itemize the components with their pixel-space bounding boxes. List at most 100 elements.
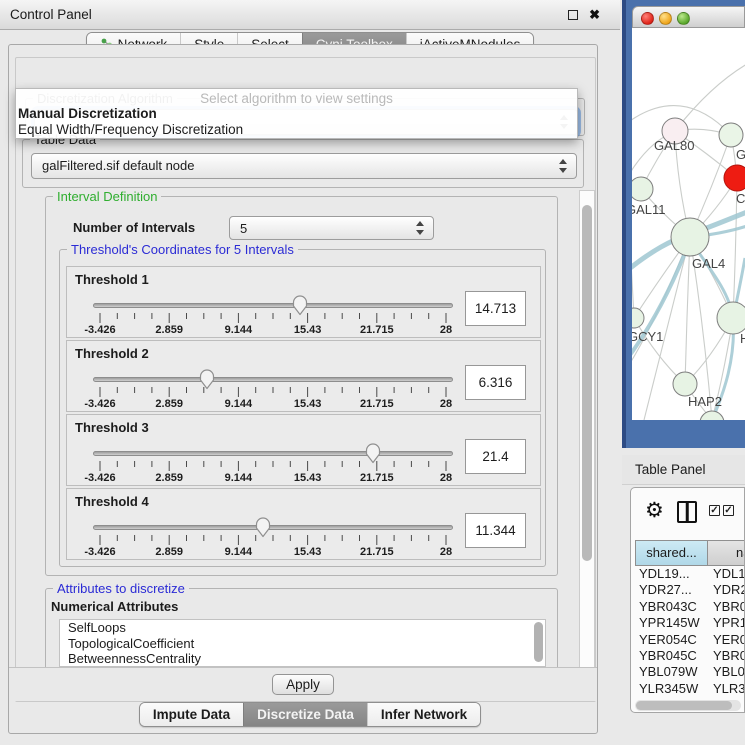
threshold-box: Threshold 2-3.4262.8599.14415.4321.71528… xyxy=(66,340,541,412)
cell-name: YLR3 xyxy=(709,681,745,697)
threshold-value-field[interactable]: 6.316 xyxy=(465,365,526,400)
scrollbar-thumb[interactable] xyxy=(582,205,592,561)
node-label: GA xyxy=(736,147,745,162)
close-icon[interactable]: ✖ xyxy=(589,7,600,23)
apply-button[interactable]: Apply xyxy=(272,674,334,695)
column-header-name[interactable]: na xyxy=(708,540,745,566)
close-window-icon[interactable] xyxy=(641,12,654,25)
cell-name: YBL0 xyxy=(709,664,745,680)
cell-name: YDL1 xyxy=(709,566,745,582)
network-window-titlebar xyxy=(632,6,745,28)
threshold-label: Threshold 2 xyxy=(75,346,149,361)
tick-label: 15.43 xyxy=(286,324,330,336)
cell-shared-name: YBL079W xyxy=(635,664,709,680)
table-panel-header: Table Panel xyxy=(622,455,745,485)
threshold-list: Threshold 1-3.4262.8599.14415.4321.71528… xyxy=(66,264,541,560)
network-node-hap2[interactable] xyxy=(673,372,697,396)
slider-track[interactable] xyxy=(93,303,453,308)
apply-bar: Apply xyxy=(9,667,597,701)
tick-label: 9.144 xyxy=(216,546,260,558)
tick-label: 2.859 xyxy=(147,472,191,484)
number-of-intervals-label: Number of Intervals xyxy=(73,220,195,235)
cell-shared-name: YER054C xyxy=(635,632,709,648)
dropdown-option-equal-width[interactable]: Equal Width/Frequency Discretization xyxy=(18,122,243,137)
table-row[interactable]: YER054CYER0 xyxy=(635,632,745,648)
network-canvas[interactable]: GAL80GACGAL11GAL4GCY1HHAP2 xyxy=(632,28,745,420)
dropdown-option-manual[interactable]: Manual Discretization xyxy=(18,106,157,121)
slider-track[interactable] xyxy=(93,525,453,530)
table-row[interactable]: YBL079WYBL0 xyxy=(635,664,745,680)
table-toolbar: ⚙ ✓ ✓ xyxy=(631,488,745,536)
network-node[interactable] xyxy=(700,411,724,420)
numerical-attributes-list[interactable]: SelfLoopsTopologicalCoefficientBetweenne… xyxy=(59,619,546,667)
cell-shared-name: YBR043C xyxy=(635,599,709,615)
network-node-gal11[interactable] xyxy=(632,177,653,201)
threshold-value-field[interactable]: 21.4 xyxy=(465,439,526,474)
zoom-window-icon[interactable] xyxy=(677,12,690,25)
float-panel-icon[interactable] xyxy=(568,10,578,20)
slider-knob[interactable] xyxy=(198,368,216,390)
attribute-item[interactable]: SelfLoops xyxy=(60,620,545,636)
threshold-box: Threshold 1-3.4262.8599.14415.4321.71528… xyxy=(66,266,541,338)
tab-infer-network[interactable]: Infer Network xyxy=(367,703,480,726)
threshold-value-field[interactable]: 11.344 xyxy=(465,513,526,548)
cell-name: YDR2 xyxy=(709,582,745,598)
tab-impute-data[interactable]: Impute Data xyxy=(140,703,243,726)
threshold-value-field[interactable]: 14.713 xyxy=(465,291,526,326)
cell-name: YBR0 xyxy=(709,648,745,664)
slider-knob[interactable] xyxy=(364,442,382,464)
combo-stepper-icon xyxy=(416,221,425,235)
table-row[interactable]: YBR045CYBR0 xyxy=(635,648,745,664)
slider-knob[interactable] xyxy=(291,294,309,316)
network-node-ga[interactable] xyxy=(719,123,743,147)
tab-discretize-data[interactable]: Discretize Data xyxy=(243,703,367,726)
slider-track[interactable] xyxy=(93,451,453,456)
cell-name: YPR1 xyxy=(709,615,745,631)
checkbox-icon[interactable]: ✓ xyxy=(709,505,720,516)
horizontal-scrollbar[interactable] xyxy=(635,700,741,711)
checkbox-icon[interactable]: ✓ xyxy=(723,505,734,516)
tick-label: -3.426 xyxy=(78,546,122,558)
attribute-item[interactable]: TopologicalCoefficient xyxy=(60,636,545,652)
network-node-gcy1[interactable] xyxy=(632,308,644,328)
list-scrollbar[interactable] xyxy=(534,622,543,662)
table-row[interactable]: YPR145WYPR1 xyxy=(635,615,745,631)
table-row[interactable]: YBR043CYBR0 xyxy=(635,599,745,615)
cell-name: YER0 xyxy=(709,632,745,648)
table-row[interactable]: YDR27...YDR2 xyxy=(635,582,745,598)
node-label: GAL80 xyxy=(654,138,694,153)
scrollbar-thumb[interactable] xyxy=(636,701,732,710)
network-node-h[interactable] xyxy=(717,302,745,334)
attribute-item[interactable]: BetweennessCentrality xyxy=(60,651,545,667)
table-row[interactable]: YLR345WYLR3 xyxy=(635,681,745,697)
node-label: GCY1 xyxy=(632,329,663,344)
node-label: HAP2 xyxy=(688,394,722,409)
main-scrollbar[interactable] xyxy=(579,190,595,695)
tick-label: 28 xyxy=(424,546,468,558)
slider-track[interactable] xyxy=(93,377,453,382)
column-header-shared[interactable]: shared... xyxy=(635,540,708,566)
split-columns-icon[interactable] xyxy=(677,501,697,523)
panel-title: Control Panel xyxy=(10,0,92,29)
group-title: Interval Definition xyxy=(53,189,161,204)
table-rows[interactable]: YDL19...YDL1YDR27...YDR2YBR043CYBR0YPR14… xyxy=(635,566,745,698)
tick-label: 21.715 xyxy=(355,324,399,336)
slider-knob[interactable] xyxy=(254,516,272,538)
tick-label: -3.426 xyxy=(78,324,122,336)
minimize-window-icon[interactable] xyxy=(659,12,672,25)
tick-label: 28 xyxy=(424,324,468,336)
cell-name: YBR0 xyxy=(709,599,745,615)
table-row[interactable]: YDL19...YDL1 xyxy=(635,566,745,582)
table-data-combobox[interactable]: galFiltered.sif default node xyxy=(31,153,577,179)
group-title: Threshold's Coordinates for 5 Intervals xyxy=(67,242,298,257)
tick-label: 21.715 xyxy=(355,472,399,484)
network-node-c[interactable] xyxy=(724,165,745,191)
gear-icon[interactable]: ⚙ xyxy=(645,498,664,523)
table-row[interactable]: YIL052CYIL0 xyxy=(635,697,745,698)
control-panel-header: Control Panel ✖ xyxy=(0,0,620,30)
number-of-intervals-combobox[interactable]: 5 xyxy=(229,216,434,240)
node-label: H xyxy=(740,331,745,346)
table-header-row: shared... na xyxy=(635,540,745,566)
tick-label: 9.144 xyxy=(216,324,260,336)
network-node-gal4[interactable] xyxy=(671,218,709,256)
